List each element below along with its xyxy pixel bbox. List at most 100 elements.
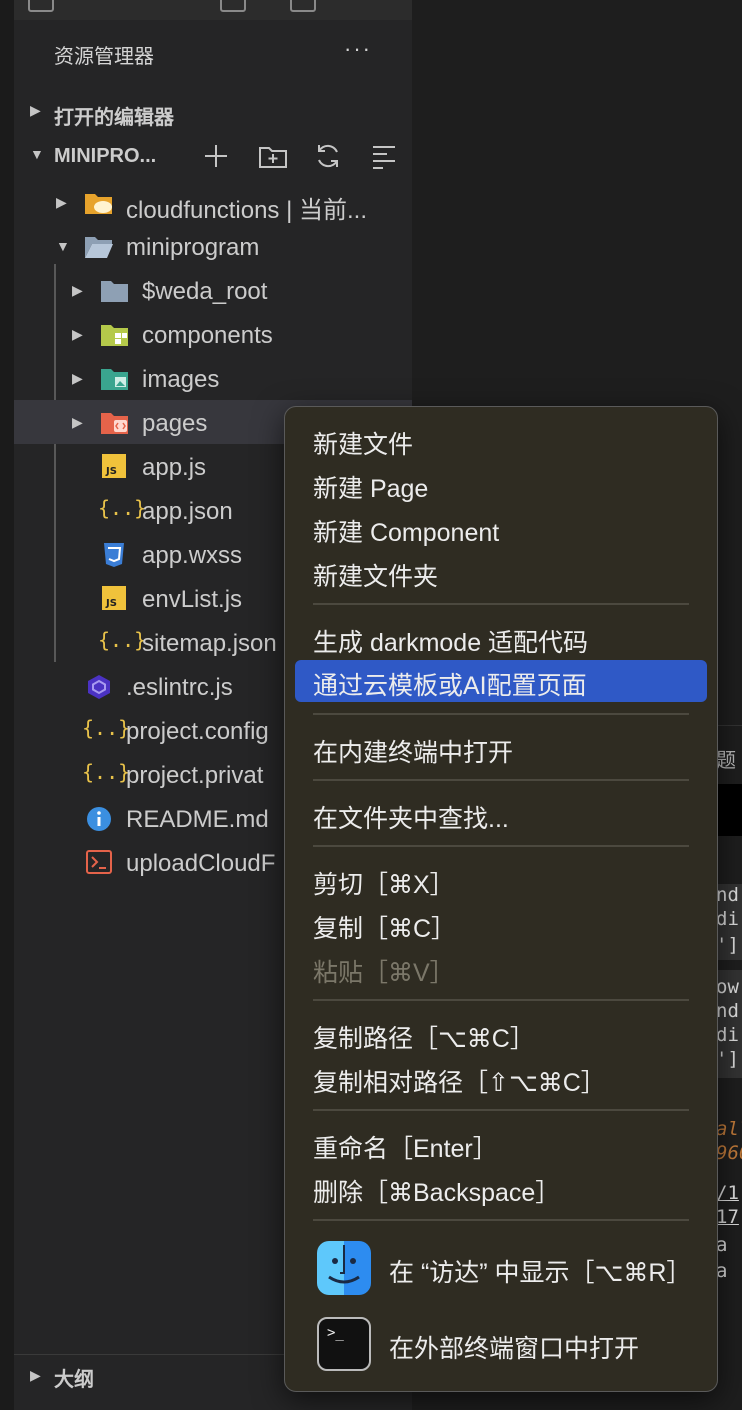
tree-item-label: components [142,322,273,349]
tree-item-label: app.wxss [142,542,243,569]
menu-item-copy-relative-path[interactable]: 复制相对路径［⇧⌥⌘C］ [295,1057,707,1099]
chevron-right-icon: ▶ [72,326,83,342]
menu-separator [313,845,689,847]
tree-item-label: envList.js [142,586,243,613]
pages-folder-icon [100,410,128,434]
tree-item-label: uploadCloudF [126,850,276,877]
menu-item-cut[interactable]: 剪切［⌘X］ [295,859,707,901]
chevron-right-icon: ▶ [72,282,83,298]
css-file-icon [102,542,128,567]
chevron-right-icon: ▶ [56,194,67,210]
tree-item-label: images [142,366,220,393]
new-folder-icon[interactable] [258,142,287,170]
tree-item-label: project.config [126,718,269,745]
section-label: 大纲 [54,1369,94,1391]
menu-separator [313,779,689,781]
tree-item-label: .eslintrc.js [126,674,233,701]
components-folder-icon [100,322,128,346]
menu-item-generate-darkmode[interactable]: 生成 darkmode 适配代码 [295,617,707,659]
section-project[interactable]: ▼ MINIPRO... [14,136,412,176]
section-label: MINIPRO... [54,145,157,167]
log-line: 960 [716,1142,742,1164]
tree-item-images[interactable]: ▶ images [14,356,412,400]
chevron-right-icon: ▶ [72,414,83,430]
menu-separator [313,1109,689,1111]
eslint-icon [86,674,112,699]
new-file-icon[interactable] [202,142,230,170]
terminal-file-icon [86,850,112,874]
tree-item-cloudfunctions[interactable]: ▶ cloudfunctions | 当前... [14,180,412,224]
context-menu: 新建文件 新建 Page 新建 Component 新建文件夹 生成 darkm… [284,406,718,1392]
log-line[interactable]: 17 [716,1206,739,1228]
json-file-icon: {..} [98,628,147,652]
menu-separator [313,603,689,605]
finder-icon [317,1241,371,1295]
tree-item-miniprogram[interactable]: ▼ miniprogram [14,224,412,268]
menu-item-open-external-terminal[interactable]: >_ 在外部终端窗口中打开 [295,1315,707,1377]
tree-item-label: README.md [126,806,269,833]
log-line: di [716,1024,739,1046]
panel-tab-problems[interactable]: 题 [716,744,736,773]
log-line: di [716,908,739,930]
tree-item-label: miniprogram [126,234,260,261]
tree-item-label: sitemap.json [142,630,277,657]
menu-item-new-page[interactable]: 新建 Page [295,463,707,505]
menu-item-copy-path[interactable]: 复制路径［⌥⌘C］ [295,1013,707,1055]
chevron-right-icon: ▶ [30,102,41,118]
tree-item-label: $weda_root [142,278,268,305]
log-line: ow [716,976,739,998]
folder-open-icon [84,234,113,258]
menu-item-find-in-folder[interactable]: 在文件夹中查找... [295,793,707,835]
tree-item-label: app.json [142,498,233,525]
activity-bar [0,0,14,1410]
tree-item-weda-root[interactable]: ▶ $weda_root [14,268,412,312]
json-file-icon: {..} [82,760,131,784]
chevron-down-icon: ▼ [56,238,70,254]
menu-item-delete[interactable]: 删除［⌘Backspace］ [295,1167,707,1209]
toolbar-icon[interactable] [290,0,316,12]
toolbar-icon[interactable] [220,0,246,12]
menu-separator [313,1219,689,1221]
log-line[interactable]: /1 [716,1182,739,1204]
log-line: nd [716,1000,739,1022]
json-file-icon: {..} [82,716,131,740]
tree-item-label: project.privat [126,762,264,789]
menu-separator [313,999,689,1001]
menu-item-reveal-in-finder[interactable]: 在 “访达” 中显示［⌥⌘R］ [295,1239,707,1301]
menu-item-open-in-terminal[interactable]: 在内建终端中打开 [295,727,707,769]
terminal-icon: >_ [317,1317,371,1371]
svg-text:JS: JS [105,598,117,609]
menu-item-new-folder[interactable]: 新建文件夹 [295,551,707,593]
panel-header-bar [716,784,742,836]
js-file-icon: JS [102,454,128,478]
menu-item-new-component[interactable]: 新建 Component [295,507,707,549]
tree-item-label: app.js [142,454,207,481]
tree-item-components[interactable]: ▶ components [14,312,412,356]
menu-separator [313,713,689,715]
log-line: '] [716,1048,739,1070]
sidebar-top-toolbar [14,0,412,20]
menu-item-new-file[interactable]: 新建文件 [295,419,707,461]
explorer-title: 资源管理器 [54,46,154,68]
json-file-icon: {..} [98,496,147,520]
chevron-down-icon: ▼ [30,146,44,162]
menu-item-cloud-template-ai[interactable]: 通过云模板或AI配置页面 [295,660,707,702]
toolbar-icon[interactable] [28,0,54,12]
tree-item-label: pages [142,410,208,437]
section-open-editors[interactable]: ▶ 打开的编辑器 [14,92,412,132]
chevron-right-icon: ▶ [72,370,83,386]
chevron-right-icon: ▶ [30,1367,41,1383]
more-actions-button[interactable]: ··· [344,36,372,62]
log-line: all [716,1118,742,1140]
collapse-all-icon[interactable] [370,142,398,170]
tree-item-label: cloudfunctions | 当前... [126,197,368,224]
svg-text:JS: JS [105,466,117,477]
section-label: 打开的编辑器 [54,107,174,129]
info-icon [86,806,112,831]
menu-item-paste[interactable]: 粘贴［⌘V］ [295,947,707,989]
menu-item-copy[interactable]: 复制［⌘C］ [295,903,707,945]
refresh-icon[interactable] [314,142,342,170]
log-line: nd [716,884,739,906]
images-folder-icon [100,366,128,390]
menu-item-rename[interactable]: 重命名［Enter］ [295,1123,707,1165]
